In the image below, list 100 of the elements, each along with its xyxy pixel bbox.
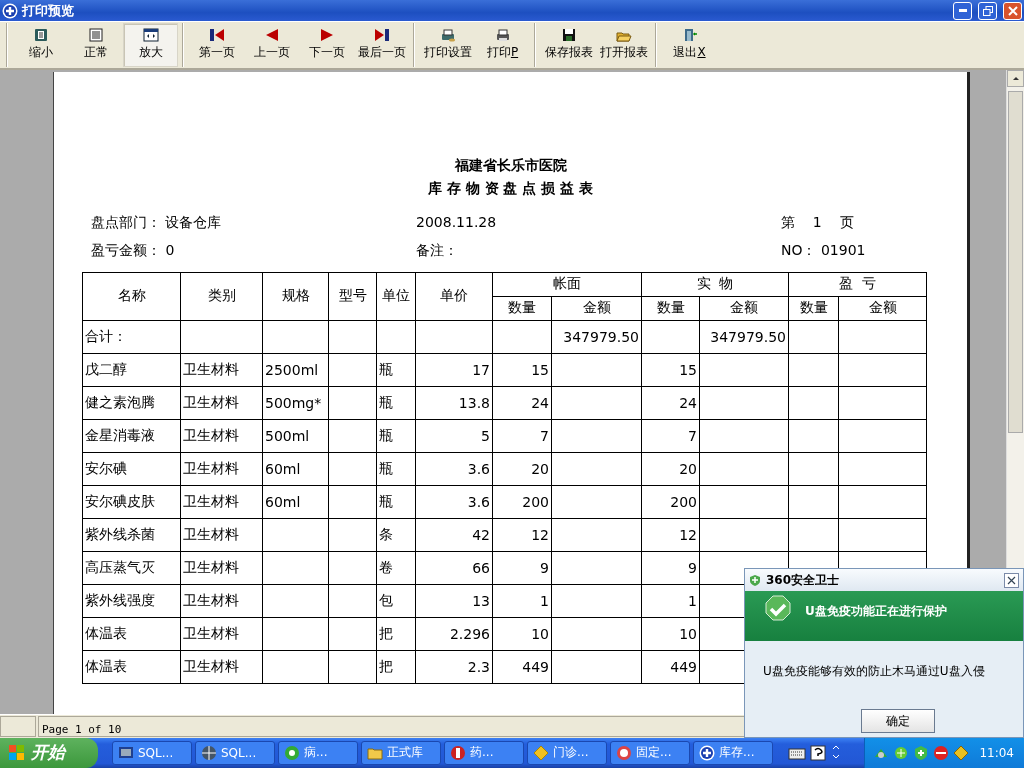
- first-page-icon: [208, 28, 225, 43]
- table-cell: 20: [531, 460, 549, 477]
- field-value: 2008.11.28: [416, 213, 497, 230]
- table-cell: 60ml: [265, 460, 301, 477]
- toolbar-button[interactable]: 上一页: [244, 23, 299, 67]
- column-header: 盈 亏: [788, 272, 927, 297]
- toolbar-button[interactable]: 下一页: [299, 23, 354, 67]
- minimize-button[interactable]: [953, 1, 972, 20]
- table-cell: 66: [472, 559, 490, 576]
- table-cell: 合计：: [85, 327, 127, 344]
- table-cell: 5: [481, 427, 490, 444]
- taskbar-button[interactable]: SQL...: [195, 741, 275, 765]
- column-header: 型号: [328, 272, 377, 321]
- next-icon: [318, 28, 335, 43]
- column-header: 名称: [82, 272, 181, 321]
- folder-icon: [367, 745, 383, 761]
- table-cell: 24: [531, 394, 549, 411]
- restore-icon: [982, 5, 993, 16]
- table-cell: 安尔碘皮肤: [85, 492, 155, 509]
- table-cell: 卫生材料: [183, 624, 239, 641]
- taskbar-button[interactable]: 库存...: [693, 741, 773, 765]
- chevron-icon: [830, 745, 842, 761]
- field-value: 设备仓库: [165, 213, 222, 230]
- table-cell: 7: [688, 427, 697, 444]
- table-cell: 12: [679, 526, 697, 543]
- table-cell: 42: [472, 526, 490, 543]
- table-cell: 10: [531, 625, 549, 642]
- table-cell: 安尔碘: [85, 459, 127, 476]
- column-header: 数量: [788, 296, 839, 321]
- ok-button[interactable]: 确定: [861, 709, 935, 733]
- table-cell: 347979.50: [710, 328, 786, 345]
- table-cell: 1: [540, 592, 549, 609]
- column-header: 数量: [492, 296, 552, 321]
- table-cell: 1: [688, 592, 697, 609]
- printer-icon: [494, 28, 511, 43]
- table-cell: 500ml: [265, 427, 310, 444]
- toolbar-button[interactable]: 打印设置: [420, 23, 475, 67]
- report-subtitle: 库 存 物 资 盘 点 损 益 表: [428, 178, 593, 198]
- table-cell: 卷: [379, 558, 393, 575]
- toolbar-button[interactable]: 打印P: [475, 23, 530, 67]
- toolbar-button[interactable]: 退出 X: [662, 23, 717, 67]
- taskbar-button[interactable]: 病...: [278, 741, 358, 765]
- taskbar-button[interactable]: SQL...: [112, 741, 192, 765]
- close-button[interactable]: [1004, 572, 1019, 588]
- stop-sign-icon: [450, 745, 466, 761]
- table-cell: 24: [679, 394, 697, 411]
- toolbar-button[interactable]: 最后一页: [354, 23, 409, 67]
- table-cell: 13.8: [458, 394, 490, 411]
- toolbar-button[interactable]: 打开报表: [596, 23, 651, 67]
- plus-icon: [2, 2, 18, 19]
- table-cell: 瓶: [379, 360, 393, 377]
- table-cell: 449: [522, 658, 549, 675]
- column-header: 帐面: [492, 272, 642, 297]
- table-cell: 17: [472, 361, 490, 378]
- plus-circle-icon: [893, 745, 910, 761]
- table-cell: 瓶: [379, 426, 393, 443]
- taskbar-button[interactable]: 固定...: [610, 741, 690, 765]
- table-cell: 347979.50: [563, 328, 639, 345]
- table-cell: 卫生材料: [183, 393, 239, 410]
- table-cell: 瓶: [379, 393, 393, 410]
- windows-logo-icon: [8, 744, 25, 762]
- column-header: 单位: [376, 272, 416, 321]
- keyboard-icon: [788, 745, 806, 761]
- table-cell: 15: [531, 361, 549, 378]
- monitor-icon: [118, 745, 134, 761]
- column-header: 金额: [838, 296, 927, 321]
- table-cell: 体温表: [85, 657, 127, 674]
- table-cell: 卫生材料: [183, 657, 239, 674]
- toolbar-button[interactable]: 保存报表: [541, 23, 596, 67]
- up-arrow-icon: [1011, 75, 1020, 82]
- field-label: 盘点部门：: [91, 213, 161, 230]
- close-icon: [1007, 5, 1018, 16]
- taskbar-button[interactable]: 门诊...: [527, 741, 607, 765]
- table-cell: 戊二醇: [85, 360, 127, 377]
- taskbar-button[interactable]: 正式库: [361, 741, 441, 765]
- popup-message: U盘免疫能够有效的防止木马通过U盘入侵: [763, 664, 985, 678]
- table-cell: 3.6: [467, 460, 490, 477]
- table-cell: 10: [679, 625, 697, 642]
- close-icon: [1007, 575, 1016, 585]
- table-cell: 卫生材料: [183, 591, 239, 608]
- toolbar-button[interactable]: 放大: [123, 23, 178, 67]
- table-cell: 500mg*: [265, 394, 322, 411]
- toolbar-button[interactable]: 缩小: [13, 23, 68, 67]
- toolbar-button[interactable]: 第一页: [189, 23, 244, 67]
- toolbar-button[interactable]: 正常: [68, 23, 123, 67]
- taskbar-button[interactable]: 药...: [444, 741, 524, 765]
- table-cell: 把: [379, 624, 393, 641]
- table-cell: 2.296: [449, 625, 490, 642]
- table-cell: 瓶: [379, 459, 393, 476]
- table-cell: 把: [379, 657, 393, 674]
- field-value: 第 1 页: [781, 213, 854, 230]
- table-cell: 9: [688, 559, 697, 576]
- restore-button[interactable]: [978, 1, 997, 20]
- table-cell: 60ml: [265, 493, 301, 510]
- table-cell: 2.3: [467, 658, 490, 675]
- table-cell: 卫生材料: [183, 426, 239, 443]
- globe-icon: [284, 745, 300, 761]
- window-title: 打印预览: [22, 1, 75, 20]
- report-title: 福建省长乐市医院: [454, 155, 567, 175]
- help-icon: [810, 745, 826, 761]
